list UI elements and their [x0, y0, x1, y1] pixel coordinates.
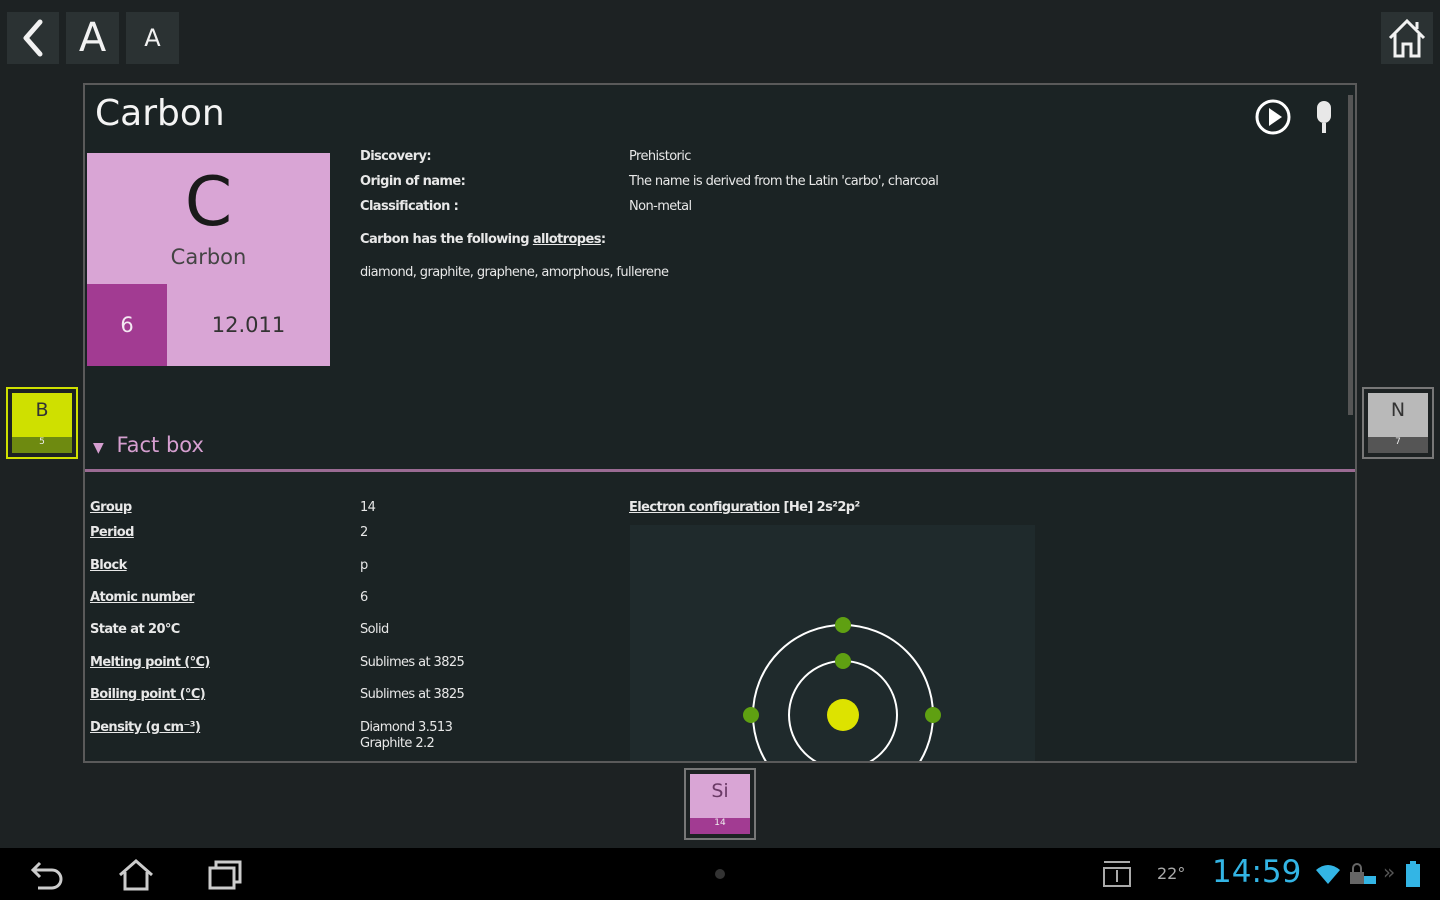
- fact-value-period: 2: [360, 525, 368, 540]
- allotropes-link[interactable]: allotropes: [533, 232, 602, 247]
- fact-box-label: Fact box: [116, 433, 204, 457]
- previous-element-tile-b[interactable]: B 5: [6, 387, 78, 459]
- font-size-small-button[interactable]: A: [126, 12, 179, 64]
- outer-shell: [752, 624, 934, 761]
- nav-back-button[interactable]: [26, 858, 66, 896]
- fact-label-atomic-number[interactable]: Atomic number: [90, 590, 195, 605]
- wifi-icon: [1314, 862, 1342, 890]
- discovery-label: Discovery:: [360, 149, 432, 164]
- fact-label-state: State at 20°C: [90, 622, 180, 637]
- origin-value: The name is derived from the Latin 'carb…: [629, 174, 939, 189]
- neighbor-number: 5: [12, 437, 72, 453]
- electron: [835, 653, 851, 669]
- allotropes-suffix: :: [600, 232, 606, 247]
- screenshot-button[interactable]: [1100, 858, 1134, 896]
- home-icon: [1388, 18, 1426, 58]
- allotropes-heading: Carbon has the following allotropes:: [360, 232, 606, 247]
- element-name: Carbon: [170, 245, 247, 269]
- classification-value: Non-metal: [629, 199, 692, 214]
- screenshot-icon: [1103, 861, 1131, 887]
- next-element-tile-n[interactable]: N 7: [1362, 387, 1434, 459]
- atomic-number: 6: [87, 284, 167, 366]
- home-button[interactable]: [1381, 12, 1433, 64]
- neighbor-symbol: Si: [711, 780, 729, 802]
- collapse-triangle-icon: ▼: [93, 440, 104, 456]
- electron-configuration-value: [He] 2s²2p²: [783, 500, 861, 515]
- electron: [743, 707, 759, 723]
- fact-label-period[interactable]: Period: [90, 525, 134, 540]
- electron-configuration: Electron configuration [He] 2s²2p²: [629, 500, 860, 515]
- electron-configuration-link[interactable]: Electron configuration: [629, 500, 780, 515]
- fact-value-atomic-number: 6: [360, 590, 368, 605]
- element-tile: C Carbon 6 12.011: [87, 153, 330, 366]
- microphone-button[interactable]: [1309, 97, 1339, 141]
- nav-recent-apps-button[interactable]: [206, 858, 246, 896]
- origin-label: Origin of name:: [360, 174, 466, 189]
- system-navigation-bar: 22° 14:59 »: [0, 848, 1440, 900]
- fact-label-group[interactable]: Group: [90, 500, 132, 515]
- neighbor-number: 14: [690, 818, 750, 834]
- nucleus: [827, 699, 859, 731]
- fact-value-group: 14: [360, 500, 376, 515]
- fact-value-state: Solid: [360, 622, 389, 637]
- fact-box-toggle[interactable]: ▼ Fact box: [93, 433, 204, 457]
- page-title: Carbon: [95, 93, 225, 134]
- back-button[interactable]: [7, 12, 59, 64]
- nav-home-button[interactable]: [116, 858, 156, 896]
- nav-home-icon: [119, 859, 153, 891]
- fact-label-block[interactable]: Block: [90, 558, 127, 573]
- element-detail-panel: Carbon C Carbon 6 12.011 Discovery: Preh…: [83, 83, 1357, 763]
- fact-label-melting-point[interactable]: Melting point (°C): [90, 655, 210, 670]
- microphone-icon: [1317, 101, 1331, 133]
- fact-value-density-2: Graphite 2.2: [360, 736, 435, 751]
- nav-center-dot: [715, 869, 725, 879]
- allotropes-list: diamond, graphite, graphene, amorphous, …: [360, 265, 669, 280]
- electron: [835, 617, 851, 633]
- temperature: 22°: [1157, 864, 1186, 883]
- lock-icon: [1348, 862, 1378, 890]
- electron: [925, 707, 941, 723]
- battery-icon: [1406, 861, 1420, 891]
- clock-time: 14:59: [1212, 854, 1302, 890]
- fact-value-boiling-point: Sublimes at 3825: [360, 687, 465, 702]
- atomic-mass: 12.011: [211, 313, 286, 337]
- fact-value-density: Diamond 3.513: [360, 720, 453, 735]
- recent-apps-icon: [208, 860, 242, 890]
- play-icon: [1255, 99, 1291, 135]
- bohr-model-diagram: [630, 525, 1035, 761]
- double-chevron-icon: »: [1383, 860, 1396, 884]
- below-element-tile-si[interactable]: Si 14: [684, 768, 756, 840]
- fact-label-boiling-point[interactable]: Boiling point (°C): [90, 687, 206, 702]
- fact-label-density[interactable]: Density (g cm⁻³): [90, 720, 201, 735]
- fact-value-melting-point: Sublimes at 3825: [360, 655, 465, 670]
- element-symbol: C: [184, 163, 233, 242]
- divider: [85, 469, 1355, 472]
- back-icon: [23, 19, 43, 57]
- neighbor-number: 7: [1368, 437, 1428, 453]
- nav-back-icon: [30, 861, 63, 890]
- allotropes-prefix: Carbon has the following: [360, 232, 533, 247]
- discovery-value: Prehistoric: [629, 149, 691, 164]
- play-audio-button[interactable]: [1253, 97, 1293, 141]
- scrollbar[interactable]: [1348, 95, 1353, 415]
- fact-value-block: p: [360, 558, 368, 573]
- classification-label: Classification :: [360, 199, 459, 214]
- neighbor-symbol: B: [35, 399, 49, 421]
- neighbor-symbol: N: [1390, 399, 1406, 421]
- font-size-large-button[interactable]: A: [66, 12, 119, 64]
